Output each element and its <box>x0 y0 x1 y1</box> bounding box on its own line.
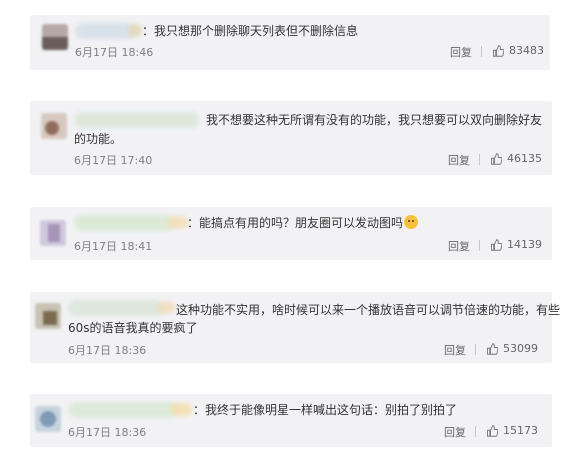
like-count: 53099 <box>503 342 538 355</box>
thumbs-up-icon <box>487 342 498 355</box>
comment-text-line2: 的功能。 <box>74 132 123 146</box>
like-button[interactable]: 53099 <box>486 342 538 355</box>
username-blurred[interactable] <box>74 112 199 128</box>
comment-card: ：我终于能像明星一样喊出这句话：别拍了别拍了 6月17日 18:36 回复 15… <box>30 394 552 447</box>
reply-button[interactable]: 回复 <box>444 342 466 358</box>
username-blurred[interactable] <box>75 23 135 39</box>
comment-card: ：我只想那个删除聊天列表但不删除信息 6月17日 18:46 回复 83483 <box>30 15 550 70</box>
divider <box>481 46 482 57</box>
username-blurred-tail <box>170 403 192 416</box>
divider <box>479 240 480 251</box>
comment-time: 6月17日 18:41 <box>74 240 153 253</box>
avatar[interactable] <box>35 406 61 432</box>
username-blurred[interactable] <box>74 215 174 231</box>
reply-button[interactable]: 回复 <box>444 424 466 440</box>
comment-text: 这种功能不实用，啥时候可以来一个播放语音可以调节倍速的功能，有些 <box>176 303 561 317</box>
comment-text-line2: 60s的语音我真的要疯了 <box>68 321 198 335</box>
divider <box>475 426 476 437</box>
like-button[interactable]: 46135 <box>490 152 542 165</box>
thumbs-up-icon <box>491 238 502 251</box>
comment-text: 我不想要这种无所谓有没有的功能，我只想要可以双向删除好友 <box>206 113 543 127</box>
comment-time: 6月17日 18:36 <box>68 426 147 439</box>
comment-text: ：我只想那个删除聊天列表但不删除信息 <box>142 24 359 38</box>
avatar[interactable] <box>35 303 61 329</box>
comment-card: 我不想要这种无所谓有没有的功能，我只想要可以双向删除好友 的功能。 6月17日 … <box>30 101 552 175</box>
comment-text-body: ：能搞点有用的吗？朋友圈可以发动图吗 <box>187 216 404 230</box>
comment-time: 6月17日 17:40 <box>74 154 153 167</box>
like-button[interactable]: 15173 <box>486 424 538 437</box>
reply-button[interactable]: 回复 <box>450 44 472 60</box>
like-count: 15173 <box>503 424 538 437</box>
username-blurred-tail <box>157 301 175 314</box>
comment-text: ：我终于能像明星一样喊出这句话：别拍了别拍了 <box>193 403 458 417</box>
divider <box>479 154 480 165</box>
comment-card: 这种功能不实用，啥时候可以来一个播放语音可以调节倍速的功能，有些 60s的语音我… <box>30 292 560 363</box>
username-blurred[interactable] <box>68 402 178 418</box>
comment-time: 6月17日 18:36 <box>68 344 147 357</box>
comment-time: 6月17日 18:46 <box>75 46 154 59</box>
like-button[interactable]: 14139 <box>490 238 542 251</box>
like-button[interactable]: 83483 <box>492 44 544 57</box>
like-count: 14139 <box>507 238 542 251</box>
divider <box>475 344 476 355</box>
reply-button[interactable]: 回复 <box>448 152 470 168</box>
thumbs-up-icon <box>493 44 504 57</box>
username-blurred-tail <box>128 24 142 37</box>
reply-button[interactable]: 回复 <box>448 238 470 254</box>
comment-card: ：能搞点有用的吗？朋友圈可以发动图吗 6月17日 18:41 回复 14139 <box>30 207 552 260</box>
avatar[interactable] <box>41 113 67 139</box>
like-count: 83483 <box>509 44 544 57</box>
thumbs-up-icon <box>487 424 498 437</box>
thumbs-up-icon <box>491 152 502 165</box>
grimace-emoji-icon <box>404 215 419 229</box>
avatar[interactable] <box>42 24 68 50</box>
username-blurred[interactable] <box>68 300 163 316</box>
username-blurred-tail <box>168 216 188 229</box>
avatar[interactable] <box>40 220 66 246</box>
like-count: 46135 <box>507 152 542 165</box>
comment-text: ：能搞点有用的吗？朋友圈可以发动图吗 <box>187 214 419 233</box>
